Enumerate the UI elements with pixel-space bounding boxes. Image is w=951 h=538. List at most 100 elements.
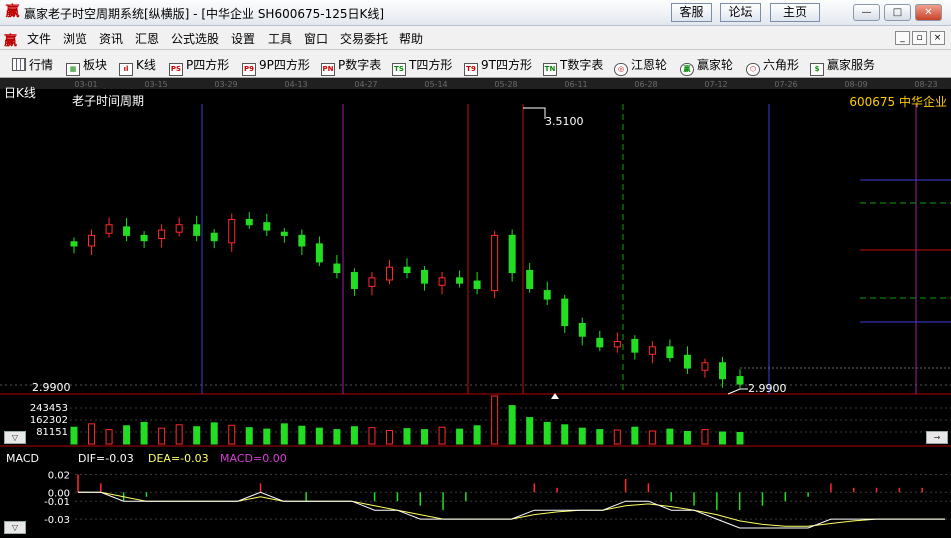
forum-link[interactable]: 论坛	[720, 3, 761, 22]
date-tick-label: 06-11	[564, 80, 587, 89]
volume-bar	[105, 429, 113, 445]
chart-area[interactable]: 03-01 03-15 03-29 04-13 04-27 05-14 05-28 06-11…	[0, 78, 951, 538]
volume-axis-label: 81151	[36, 427, 68, 438]
menu-tools[interactable]: 工具	[268, 30, 292, 47]
candle-body	[438, 277, 446, 286]
candle-body	[175, 224, 183, 233]
close-button[interactable]: ✕	[915, 4, 942, 21]
macd-axis-label: -0.03	[44, 515, 70, 526]
mdi-restore-button[interactable]: ▫	[912, 31, 927, 45]
menu-huien[interactable]: 汇恩	[135, 30, 159, 47]
hexagon-icon: ⬡	[746, 63, 760, 76]
tool-label: 板块	[83, 58, 108, 72]
candle-body	[385, 266, 393, 281]
candle-body	[666, 346, 674, 358]
p9-icon: P9	[242, 63, 256, 76]
price-axis-label: 2.9900	[32, 381, 71, 394]
volume-bar	[123, 425, 131, 445]
pn-icon: PN	[321, 63, 335, 76]
date-axis-strip	[0, 78, 951, 89]
volume-bar	[280, 423, 288, 445]
tool-p-square-button[interactable]: PS P四方形	[169, 56, 230, 76]
menu-help[interactable]: 帮助	[399, 30, 423, 47]
volume-axis-label: 243453	[30, 403, 68, 414]
candle-body	[158, 229, 166, 240]
tool-p-number-table-button[interactable]: PN P数字表	[321, 56, 381, 76]
volume-bar	[526, 417, 534, 445]
dif-label: DIF=-0.03	[78, 452, 134, 465]
tool-quotes-button[interactable]: 行情	[12, 56, 53, 72]
minimize-button[interactable]: —	[853, 4, 880, 21]
customer-service-link[interactable]: 客服	[671, 3, 712, 22]
tool-kline-button[interactable]: ıl K线	[119, 56, 156, 76]
candle-body	[263, 222, 271, 231]
macd-axis-label: 0.02	[48, 470, 70, 481]
volume-bar	[210, 422, 218, 445]
volume-bar	[350, 426, 358, 445]
candle-body	[561, 298, 569, 327]
low-price-annotation: 2.9900	[748, 382, 787, 395]
volume-bar	[508, 405, 516, 445]
volume-bar	[140, 421, 148, 445]
date-tick-label: 04-27	[354, 80, 377, 89]
volume-bar	[70, 426, 78, 445]
menu-window[interactable]: 窗口	[304, 30, 328, 47]
homepage-link[interactable]: 主页	[770, 3, 820, 22]
mdi-minimize-button[interactable]: _	[895, 31, 910, 45]
tool-sectors-button[interactable]: ▦ 板块	[66, 56, 108, 76]
dollar-icon: $	[810, 63, 824, 76]
menu-news[interactable]: 资讯	[99, 30, 123, 47]
macd-axis-label: -0.01	[44, 497, 70, 508]
dif-line	[78, 491, 945, 529]
maximize-button[interactable]: □	[884, 4, 911, 21]
tool-9t-square-button[interactable]: T9 9T四方形	[464, 56, 532, 76]
volume-bar	[263, 428, 271, 445]
candle-body	[421, 269, 429, 284]
window-title: 赢家老子时空周期系统[纵横版] - [中华企业 SH600675-125日K线]	[24, 7, 385, 21]
candle-body	[88, 234, 96, 247]
tool-winner-service-button[interactable]: $ 赢家服务	[810, 56, 876, 76]
candle-body	[578, 322, 586, 337]
collapse-macd-button[interactable]: ▽	[4, 521, 26, 534]
date-tick-label: 06-28	[634, 80, 657, 89]
collapse-volume-button[interactable]: ▽	[4, 431, 26, 444]
tool-t-number-table-button[interactable]: TN T数字表	[543, 56, 603, 76]
ps-icon: PS	[169, 63, 183, 76]
candle-body	[631, 338, 639, 353]
volume-bar	[683, 431, 691, 445]
date-tick-label: 03-15	[144, 80, 167, 89]
volume-bar	[631, 426, 639, 445]
low-annotation-leader	[727, 388, 748, 395]
mdi-close-button[interactable]: ×	[930, 31, 945, 45]
tool-winner-wheel-button[interactable]: 赢赢家轮	[680, 56, 733, 76]
menu-browse[interactable]: 浏览	[63, 30, 87, 47]
tool-hexagon-button[interactable]: ⬡ 六角形	[746, 56, 799, 76]
candle-body	[648, 346, 656, 355]
macd-title: MACD	[6, 452, 39, 465]
menu-file[interactable]: 文件	[27, 30, 51, 47]
date-tick-label: 05-28	[494, 80, 517, 89]
volume-bar	[701, 429, 709, 445]
menu-settings[interactable]: 设置	[231, 30, 255, 47]
candle-body	[333, 263, 341, 274]
candle-body	[245, 218, 253, 226]
tool-label: 赢家服务	[827, 58, 876, 72]
candle-body	[473, 280, 481, 289]
tool-t-square-button[interactable]: TS T四方形	[392, 56, 452, 76]
volume-bar	[648, 430, 656, 445]
tool-gann-wheel-button[interactable]: ◎ 江恩轮	[614, 56, 667, 76]
macd-label: MACD=0.00	[220, 452, 287, 465]
volume-bar	[315, 427, 323, 445]
scroll-right-button[interactable]: →	[926, 431, 948, 444]
kline-chart[interactable]: 03-01 03-15 03-29 04-13 04-27 05-14 05-28 06-11…	[0, 78, 951, 538]
chart-title: 老子时间周期	[72, 94, 145, 108]
menu-formula-stock-picking[interactable]: 公式选股	[171, 30, 219, 47]
volume-bar	[473, 425, 481, 445]
menu-trade[interactable]: 交易委托	[340, 30, 388, 47]
candle-body	[456, 277, 464, 284]
candle-body	[701, 362, 709, 371]
tool-label: P四方形	[186, 58, 230, 72]
tool-label: 9T四方形	[481, 58, 532, 72]
tool-9p-square-button[interactable]: P9 9P四方形	[242, 56, 310, 76]
toolbar: 行情 ▦ 板块 ıl K线 PS P四方形 P9 9P四方形 PN P数字表 TS T四方形…	[0, 50, 951, 78]
